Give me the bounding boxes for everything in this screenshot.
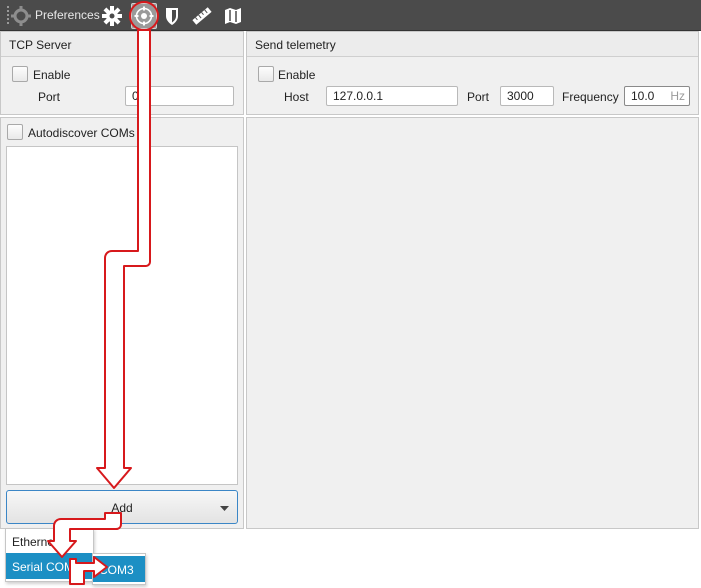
ruler-icon [192,7,212,25]
menu-item-serial-com-label: Serial COM [12,560,75,574]
telemetry-panel: Send telemetry Enable Host 127.0.0.1 Por… [246,31,699,115]
telemetry-enable-label: Enable [278,68,316,82]
map-icon [225,8,241,24]
tcp-port-field[interactable]: 0 [125,86,234,106]
tcp-enable-label: Enable [33,68,71,82]
serial-com-submenu: COM3 [92,553,146,585]
tcp-server-title: TCP Server [1,32,243,57]
add-button-label: Add [111,501,133,515]
telemetry-frequency-label: Frequency [562,90,619,104]
telemetry-title: Send telemetry [247,32,698,57]
shield-icon [166,8,178,25]
tcp-enable-checkbox[interactable] [12,66,28,82]
chevron-right-icon [86,562,90,569]
com-list[interactable] [6,146,238,485]
menu-item-serial-com[interactable]: Serial COM [6,553,93,579]
toolbar-title: Preferences [35,8,100,22]
menu-item-ethernet[interactable]: Ethernet [6,529,93,553]
settings-tab-button[interactable] [99,3,125,29]
telemetry-host-field[interactable]: 127.0.0.1 [326,86,458,106]
add-menu: Ethernet Serial COM [5,528,94,582]
autodiscover-checkbox[interactable] [7,124,23,140]
telemetry-frequency-field[interactable]: 10.0 Hz [624,86,690,106]
preferences-grip-icon [6,5,32,27]
add-connection-button[interactable]: Add [6,490,238,524]
connection-details-panel [246,117,699,529]
autodiscover-label: Autodiscover COMs [28,126,135,140]
telemetry-port-label: Port [467,90,490,104]
telemetry-host-label: Host [284,90,309,104]
toolbar: Preferences [0,0,701,31]
chevron-down-icon [220,506,229,511]
menu-item-com3[interactable]: COM3 [93,556,145,582]
telemetry-frequency-unit: Hz [670,89,685,103]
telemetry-enable-checkbox[interactable] [258,66,274,82]
coms-panel: Autodiscover COMs Add [0,117,244,529]
telemetry-frequency-value: 10.0 [631,89,655,103]
map-tab-button[interactable] [220,3,246,29]
shield-tab-button[interactable] [159,3,185,29]
gear-icon [102,6,122,26]
telemetry-port-field[interactable]: 3000 [500,86,554,106]
ruler-tab-button[interactable] [189,3,215,29]
tcp-server-panel: TCP Server Enable Port 0 [0,31,244,115]
tcp-port-label: Port [38,90,61,104]
network-tab-button[interactable] [131,3,157,29]
network-target-icon [134,6,154,26]
